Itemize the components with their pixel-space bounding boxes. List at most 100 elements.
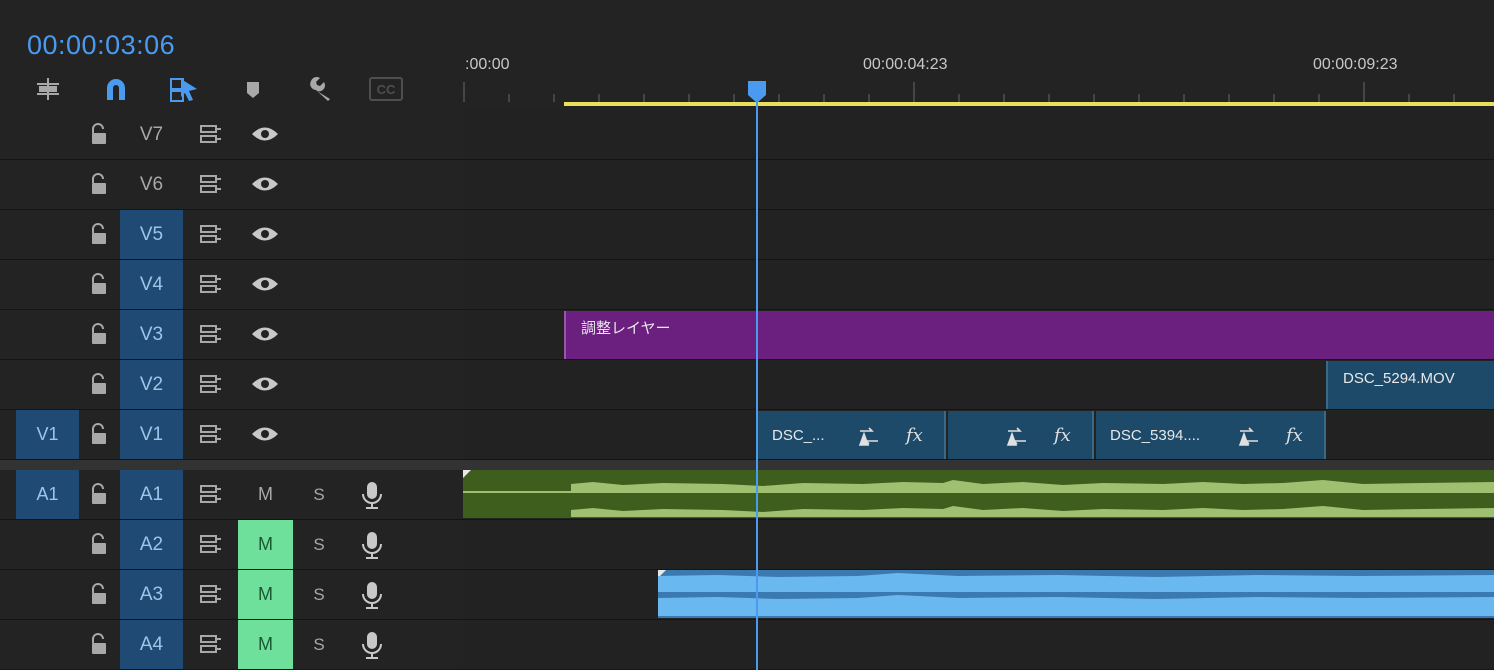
- sync-lock-icon[interactable]: [198, 172, 224, 196]
- captions-cc-icon[interactable]: CC: [368, 74, 404, 104]
- sync-lock-icon[interactable]: [198, 322, 224, 346]
- lane-v2[interactable]: DSC_5294.MOV: [463, 360, 1494, 410]
- sync-lock-icon[interactable]: [198, 222, 224, 246]
- settings-wrench-icon[interactable]: [302, 74, 338, 104]
- microphone-icon[interactable]: [360, 530, 384, 560]
- mute-button-a2[interactable]: M: [238, 520, 293, 569]
- solo-button-a3[interactable]: S: [300, 570, 338, 619]
- audio-clip[interactable]: [658, 570, 1494, 618]
- timecode-display[interactable]: 00:00:03:06: [27, 30, 175, 61]
- lane-a4[interactable]: [463, 620, 1494, 670]
- lane-a2[interactable]: [463, 520, 1494, 570]
- track-header-a2: A2 M S: [0, 520, 463, 570]
- ruler-label: :00:00: [465, 56, 510, 73]
- track-target-v3[interactable]: V3: [120, 310, 183, 359]
- lock-icon[interactable]: [88, 172, 110, 196]
- lane-v1[interactable]: DSC_... fx fx DSC_5394.... fx: [463, 410, 1494, 460]
- mute-button-a4[interactable]: M: [238, 620, 293, 669]
- sync-lock-icon[interactable]: [198, 532, 224, 556]
- sync-lock-icon[interactable]: [198, 482, 224, 506]
- lock-icon[interactable]: [88, 532, 110, 556]
- lane-v5[interactable]: [463, 210, 1494, 260]
- track-header-a1: A1 A1 M S: [0, 470, 463, 520]
- fx-badge: fx: [1286, 425, 1303, 446]
- eye-icon[interactable]: [250, 424, 280, 444]
- playhead-icon[interactable]: [747, 80, 767, 104]
- sync-lock-icon[interactable]: [198, 272, 224, 296]
- track-target-a1[interactable]: A1: [120, 470, 183, 519]
- sync-lock-icon[interactable]: [198, 632, 224, 656]
- add-marker-icon[interactable]: [235, 74, 271, 104]
- playhead-line[interactable]: [756, 94, 758, 670]
- lock-icon[interactable]: [88, 482, 110, 506]
- track-target-v6[interactable]: V6: [120, 160, 183, 209]
- mute-button-a3[interactable]: M: [238, 570, 293, 619]
- lane-a3[interactable]: [463, 570, 1494, 620]
- microphone-icon[interactable]: [360, 630, 384, 660]
- eye-icon[interactable]: [250, 224, 280, 244]
- lock-icon[interactable]: [88, 322, 110, 346]
- source-patch-a1[interactable]: A1: [16, 470, 79, 519]
- lane-v6[interactable]: [463, 160, 1494, 210]
- linked-selection-icon[interactable]: [165, 74, 201, 104]
- video-clip[interactable]: DSC_... fx: [756, 411, 946, 459]
- track-target-v2[interactable]: V2: [120, 360, 183, 409]
- track-target-a3[interactable]: A3: [120, 570, 183, 619]
- lane-v3[interactable]: 調整レイヤー: [463, 310, 1494, 360]
- eye-icon[interactable]: [250, 174, 280, 194]
- replace-clip-icon: [1238, 427, 1258, 446]
- track-header-v6: V6: [0, 160, 463, 210]
- lock-icon[interactable]: [88, 632, 110, 656]
- eye-icon[interactable]: [250, 324, 280, 344]
- solo-button-a4[interactable]: S: [300, 620, 338, 669]
- time-ruler[interactable]: :00:00 00:00:04:23 00:00:09:23: [463, 0, 1494, 110]
- lock-icon[interactable]: [88, 122, 110, 146]
- lock-icon[interactable]: [88, 582, 110, 606]
- track-target-a2[interactable]: A2: [120, 520, 183, 569]
- eye-icon[interactable]: [250, 374, 280, 394]
- replace-clip-icon: [858, 427, 878, 446]
- microphone-icon[interactable]: [360, 480, 384, 510]
- lane-a1[interactable]: [463, 470, 1494, 520]
- source-patch-v1[interactable]: V1: [16, 410, 79, 459]
- video-clip[interactable]: DSC_5294.MOV: [1326, 361, 1494, 409]
- timeline-tracks[interactable]: 調整レイヤー DSC_5294.MOV DSC_... fx fx DSC_53…: [463, 110, 1494, 670]
- captions-cc-label: CC: [369, 77, 403, 101]
- lock-icon[interactable]: [88, 372, 110, 396]
- sync-lock-icon[interactable]: [198, 122, 224, 146]
- track-target-v4[interactable]: V4: [120, 260, 183, 309]
- track-target-a4[interactable]: A4: [120, 620, 183, 669]
- sync-lock-icon[interactable]: [198, 422, 224, 446]
- mute-button-a1[interactable]: M: [238, 470, 293, 519]
- ruler-ticks: [463, 82, 1455, 102]
- replace-clip-icon: [1006, 427, 1026, 446]
- video-clip[interactable]: DSC_5394.... fx: [1096, 411, 1326, 459]
- track-header-a3: A3 M S: [0, 570, 463, 620]
- work-area-bar[interactable]: [564, 102, 1494, 106]
- eye-icon[interactable]: [250, 274, 280, 294]
- track-header-v1: V1 V1: [0, 410, 463, 460]
- video-clip[interactable]: fx: [948, 411, 1094, 459]
- snap-magnet-icon[interactable]: [98, 74, 134, 104]
- audio-clip[interactable]: [463, 470, 1494, 518]
- track-target-v1[interactable]: V1: [120, 410, 183, 459]
- solo-button-a1[interactable]: S: [300, 470, 338, 519]
- sync-lock-icon[interactable]: [198, 582, 224, 606]
- insert-edit-icon[interactable]: [30, 74, 66, 104]
- lock-icon[interactable]: [88, 422, 110, 446]
- fx-badge: fx: [1054, 425, 1071, 446]
- lock-icon[interactable]: [88, 222, 110, 246]
- track-target-v5[interactable]: V5: [120, 210, 183, 259]
- track-header-v2: V2: [0, 360, 463, 410]
- clip-name: DSC_...: [772, 427, 825, 444]
- adjustment-layer-clip[interactable]: 調整レイヤー: [564, 311, 1494, 359]
- eye-icon[interactable]: [250, 124, 280, 144]
- microphone-icon[interactable]: [360, 580, 384, 610]
- audio-waveform: [658, 570, 1494, 616]
- solo-button-a2[interactable]: S: [300, 520, 338, 569]
- lock-icon[interactable]: [88, 272, 110, 296]
- lane-v4[interactable]: [463, 260, 1494, 310]
- lane-v7[interactable]: [463, 110, 1494, 160]
- sync-lock-icon[interactable]: [198, 372, 224, 396]
- track-target-v7[interactable]: V7: [120, 110, 183, 159]
